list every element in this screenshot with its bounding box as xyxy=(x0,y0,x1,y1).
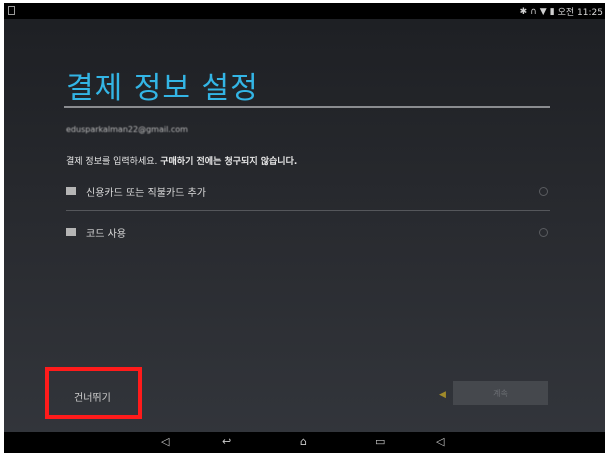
volume-up-icon[interactable]: ◁ xyxy=(436,436,444,448)
recents-icon[interactable]: ▭ xyxy=(375,436,385,448)
info-prefix: 결제 정보를 입력하세요. xyxy=(66,157,161,167)
page-title: 결제 정보 설정 xyxy=(66,71,259,106)
next-arrow-icon: ◀ xyxy=(439,390,446,400)
option-redeem-code-label: 코드 사용 xyxy=(86,228,126,240)
bluetooth-icon: ✱ xyxy=(519,6,528,17)
battery-icon: ▮ xyxy=(549,6,555,17)
status-time: 오전 11:25 xyxy=(557,8,603,18)
option-redeem-code[interactable]: 코드 사용 xyxy=(66,217,550,247)
home-icon[interactable]: ⌂ xyxy=(300,436,307,448)
option-add-card-label: 신용카드 또는 직불카드 추가 xyxy=(86,187,206,199)
highlight-box xyxy=(45,367,142,419)
headset-icon: ∩ xyxy=(530,6,537,17)
title-divider xyxy=(64,106,550,108)
status-icons: ✱ ∩ ▼ ▮ 오전 11:25 xyxy=(519,5,603,19)
status-bar: ✱ ∩ ▼ ▮ 오전 11:25 xyxy=(4,3,605,19)
volume-down-icon[interactable]: ◁ xyxy=(161,436,169,448)
credit-card-icon xyxy=(66,187,76,195)
gift-icon xyxy=(66,228,76,236)
option-redeem-code-radio[interactable] xyxy=(539,227,548,237)
notification-icon xyxy=(8,6,15,15)
account-email: edusparkalman22@gmail.com xyxy=(66,125,188,134)
back-icon[interactable]: ↩ xyxy=(222,436,231,448)
android-screen: ✱ ∩ ▼ ▮ 오전 11:25 결제 정보 설정 edusparkalman2… xyxy=(4,3,605,453)
option-add-card-radio[interactable] xyxy=(539,186,548,196)
option-divider xyxy=(66,210,550,211)
navigation-bar: ◁ ↩ ⌂ ▭ ◁ xyxy=(4,432,605,453)
wifi-icon: ▼ xyxy=(539,6,547,17)
info-bold: 구매하기 전에는 청구되지 않습니다. xyxy=(160,157,298,167)
option-add-card[interactable]: 신용카드 또는 직불카드 추가 xyxy=(66,176,550,206)
payment-info-text: 결제 정보를 입력하세요. 구매하기 전에는 청구되지 않습니다. xyxy=(66,154,297,167)
next-button[interactable]: 계속 xyxy=(453,381,548,405)
